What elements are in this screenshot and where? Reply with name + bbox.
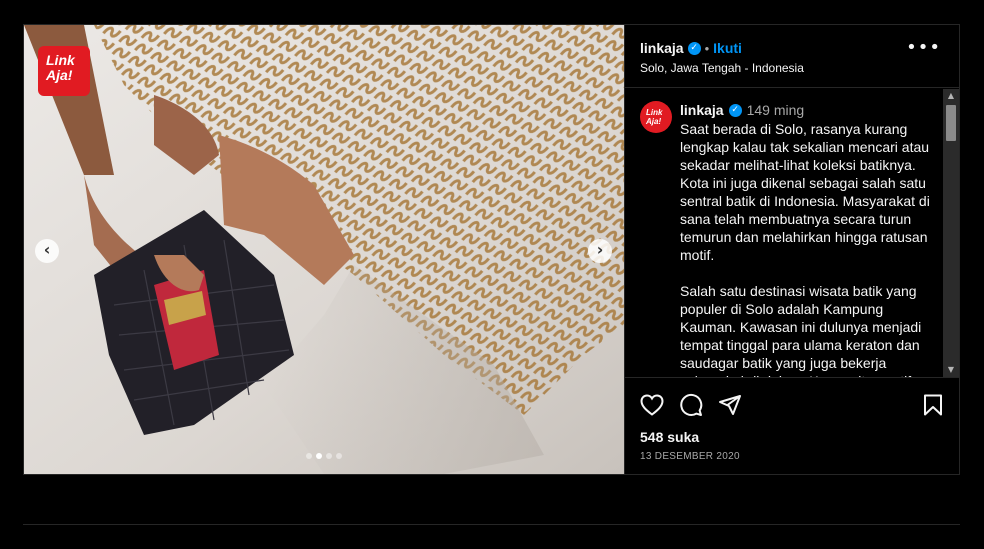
follow-button[interactable]: Ikuti	[713, 40, 742, 56]
post-date[interactable]: 13 DESEMBER 2020	[640, 451, 943, 462]
scroll-down-icon[interactable]: ▼	[943, 363, 959, 377]
post-header: linkaja ✓ • Ikuti Solo, Jawa Tengah - In…	[625, 25, 959, 88]
carousel-prev-button[interactable]: ‹	[35, 239, 59, 263]
avatar-text-line1: Link	[646, 108, 663, 117]
verified-badge-icon: ✓	[687, 41, 701, 55]
carousel-indicator	[306, 453, 342, 459]
post-image[interactable]: Link Aja! ‹ ›	[24, 25, 624, 474]
carousel-dot	[336, 453, 342, 459]
comment-icon[interactable]	[679, 393, 703, 417]
share-icon[interactable]	[718, 394, 742, 416]
post-age[interactable]: 149 ming	[747, 101, 805, 119]
heart-icon[interactable]	[640, 394, 664, 416]
caption-paragraph-1: Saat berada di Solo, rasanya kurang leng…	[680, 121, 930, 263]
logo-text-line2: Aja!	[46, 67, 73, 83]
post-actions: 548 suka 13 DESEMBER 2020	[625, 377, 959, 474]
carousel-next-button[interactable]: ›	[588, 239, 612, 263]
caption-body: linkaja ✓ 149 ming Saat berada di Solo, …	[680, 101, 933, 377]
carousel-dot	[316, 453, 322, 459]
logo-text-line1: Link	[46, 52, 75, 68]
location-link[interactable]: Solo, Jawa Tengah - Indonesia	[640, 61, 943, 75]
batik-photo	[24, 25, 624, 474]
scrollbar-thumb[interactable]	[946, 105, 956, 141]
bookmark-icon[interactable]	[923, 394, 943, 416]
like-count[interactable]: 548 suka	[640, 429, 943, 445]
post-dialog: Link Aja! ‹ › linkaja ✓ • Ikuti Solo, Ja…	[23, 24, 960, 475]
carousel-dot	[326, 453, 332, 459]
separator-dot: •	[704, 40, 710, 56]
footer-divider	[23, 524, 960, 525]
caption-scroll-area[interactable]: Link Aja! linkaja ✓ 149 ming Saat berada…	[625, 89, 943, 377]
chevron-left-icon: ‹	[43, 240, 51, 259]
caption-scrollbar[interactable]: ▲ ▼	[943, 89, 959, 377]
more-options-icon[interactable]: •••	[906, 39, 941, 57]
chevron-right-icon: ›	[596, 240, 604, 259]
verified-badge-icon: ✓	[728, 103, 742, 117]
author-username[interactable]: linkaja	[640, 40, 684, 56]
linkaja-logo: Link Aja!	[38, 46, 90, 96]
carousel-dot	[306, 453, 312, 459]
scroll-up-icon[interactable]: ▲	[943, 89, 959, 103]
caption-username[interactable]: linkaja	[680, 101, 724, 119]
avatar[interactable]: Link Aja!	[640, 101, 672, 133]
avatar-text-line2: Aja!	[646, 117, 662, 126]
post-sidebar: linkaja ✓ • Ikuti Solo, Jawa Tengah - In…	[624, 25, 959, 474]
caption-paragraph-2: Salah satu destinasi wisata batik yang p…	[680, 283, 922, 377]
